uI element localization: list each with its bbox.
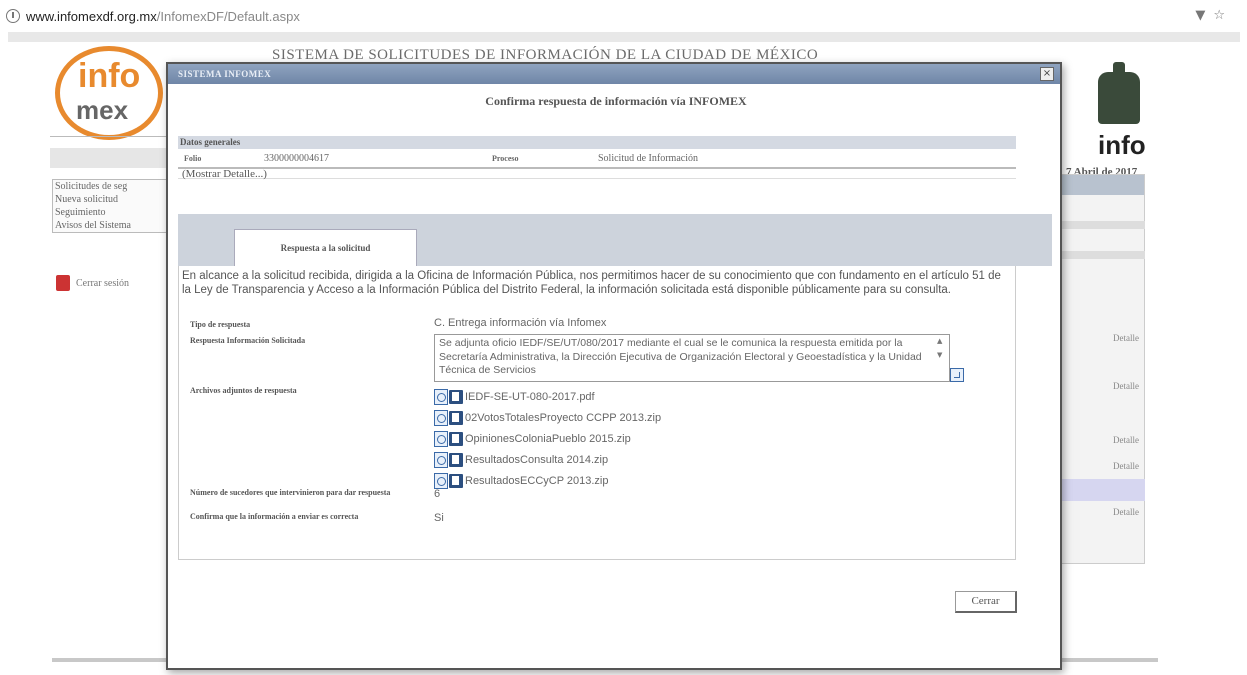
bookmark-star-icon[interactable]: ☆	[1213, 8, 1233, 23]
general-data-section: Datos generales Folio 3300000004617 Proc…	[178, 136, 1016, 186]
sucedores-label: Número de sucedores que intervinieron pa…	[190, 488, 391, 497]
file-save-icon[interactable]	[449, 473, 463, 488]
folio-row: Folio 3300000004617 Proceso Solicitud de…	[178, 149, 1016, 167]
right-panel-bar	[1061, 221, 1145, 229]
right-panel-row[interactable]: Detalle	[1061, 507, 1145, 517]
respuesta-textarea[interactable]: Se adjunta oficio IEDF/SE/UT/080/2017 me…	[434, 334, 950, 382]
url-path: /InfomexDF/Default.aspx	[156, 8, 300, 24]
right-panel-row[interactable]: Detalle	[1061, 461, 1145, 471]
general-data-header: Datos generales	[178, 136, 1016, 149]
show-detail-toggle[interactable]: (Mostrar Detalle...)	[178, 167, 1016, 180]
confirma-value: Si	[434, 512, 444, 524]
file-item[interactable]: 02VotosTotalesProyecto CCPP 2013.zip	[434, 407, 661, 428]
infomex-logo: info mex	[55, 46, 163, 140]
cerrar-button[interactable]: Cerrar	[955, 591, 1017, 613]
expand-textarea-icon[interactable]	[950, 368, 964, 382]
respuesta-label: Respuesta Información Solicitada	[190, 336, 306, 345]
respuesta-text: Se adjunta oficio IEDF/SE/UT/080/2017 me…	[439, 337, 922, 376]
tipo-respuesta-value: C. Entrega información vía Infomex	[434, 317, 607, 329]
file-save-icon[interactable]	[449, 389, 463, 404]
file-name[interactable]: OpinionesColoniaPueblo 2015.zip	[465, 433, 631, 445]
file-name[interactable]: IEDF-SE-UT-080-2017.pdf	[465, 391, 595, 403]
folio-value: 3300000004617	[264, 152, 329, 164]
info-df-logo-shape	[1098, 62, 1140, 124]
file-item[interactable]: ResultadosConsulta 2014.zip	[434, 449, 661, 470]
modal-heading: Confirma respuesta de información vía IN…	[485, 94, 747, 108]
proceso-label: Proceso	[492, 153, 519, 163]
file-search-icon[interactable]	[434, 430, 448, 447]
logo-top-text: info	[78, 57, 141, 95]
filter-icon[interactable]: ▼	[1195, 8, 1213, 23]
left-menu: Solicitudes de seg Nueva solicitud Segui…	[52, 179, 170, 233]
info-df-logo-text: info	[1098, 130, 1146, 160]
logout-link[interactable]: Cerrar sesión	[56, 275, 129, 291]
menu-item-seguimiento[interactable]: Seguimiento	[53, 206, 169, 219]
response-modal: SISTEMA INFOMEX × Confirma respuesta de …	[166, 62, 1062, 670]
right-panel: Detalle Detalle Detalle Detalle Detalle	[1060, 174, 1145, 564]
top-band	[8, 32, 1240, 42]
address-url[interactable]: www.infomexdf.org.mx/InfomexDF/Default.a…	[26, 9, 300, 24]
file-save-icon[interactable]	[449, 452, 463, 467]
tab-respuesta[interactable]: Respuesta a la solicitud	[234, 229, 417, 266]
right-panel-bar	[1061, 251, 1145, 259]
url-host: www.infomexdf.org.mx	[26, 8, 157, 24]
right-panel-header	[1061, 175, 1144, 195]
scroll-up-icon[interactable]: ▲	[937, 337, 947, 345]
modal-titlebar: SISTEMA INFOMEX	[168, 64, 1060, 84]
intro-text: En alcance a la solicitud recibida, diri…	[182, 270, 1001, 296]
folio-label: Folio	[184, 153, 202, 163]
menu-item-solicitudes[interactable]: Solicitudes de seg	[53, 180, 169, 193]
attached-files-list: IEDF-SE-UT-080-2017.pdf 02VotosTotalesPr…	[434, 386, 661, 491]
menu-item-avisos[interactable]: Avisos del Sistema	[53, 219, 169, 232]
tipo-respuesta-label: Tipo de respuesta	[190, 320, 251, 329]
file-item[interactable]: IEDF-SE-UT-080-2017.pdf	[434, 386, 661, 407]
file-save-icon[interactable]	[449, 410, 463, 425]
menu-item-nueva-solicitud[interactable]: Nueva solicitud	[53, 193, 169, 206]
archivos-label: Archivos adjuntos de respuesta	[190, 386, 297, 395]
file-search-icon[interactable]	[434, 409, 448, 426]
logo-bottom-text: mex	[76, 95, 129, 125]
info-df-logo	[1090, 62, 1150, 132]
modal-close-button[interactable]: ×	[1040, 67, 1054, 81]
file-save-icon[interactable]	[449, 431, 463, 446]
file-name[interactable]: 02VotosTotalesProyecto CCPP 2013.zip	[465, 412, 661, 424]
logout-icon	[56, 275, 70, 291]
file-search-icon[interactable]	[434, 472, 448, 489]
file-item[interactable]: ResultadosECCyCP 2013.zip	[434, 470, 661, 491]
right-panel-row[interactable]: Detalle	[1061, 333, 1145, 343]
file-search-icon[interactable]	[434, 388, 448, 405]
sucedores-value: 6	[434, 488, 441, 500]
info-icon[interactable]	[6, 9, 20, 23]
textarea-scrollbar[interactable]: ▲ ▼	[937, 337, 947, 377]
modal-title: SISTEMA INFOMEX	[178, 69, 272, 79]
browser-address-bar: www.infomexdf.org.mx/InfomexDF/Default.a…	[0, 0, 1247, 32]
file-search-icon[interactable]	[434, 451, 448, 468]
divider	[50, 136, 170, 137]
right-panel-highlight	[1061, 479, 1145, 501]
right-panel-row[interactable]: Detalle	[1061, 435, 1145, 445]
right-panel-row[interactable]: Detalle	[1061, 381, 1145, 391]
file-name[interactable]: ResultadosECCyCP 2013.zip	[465, 475, 608, 487]
proceso-value: Solicitud de Información	[598, 152, 698, 164]
logout-label: Cerrar sesión	[76, 277, 130, 289]
file-item[interactable]: OpinionesColoniaPueblo 2015.zip	[434, 428, 661, 449]
browser-actions: ▼☆	[1195, 8, 1233, 23]
file-name[interactable]: ResultadosConsulta 2014.zip	[465, 454, 608, 466]
scroll-down-icon[interactable]: ▼	[937, 351, 947, 359]
left-band	[50, 148, 170, 168]
confirma-label: Confirma que la información a enviar es …	[190, 512, 359, 521]
